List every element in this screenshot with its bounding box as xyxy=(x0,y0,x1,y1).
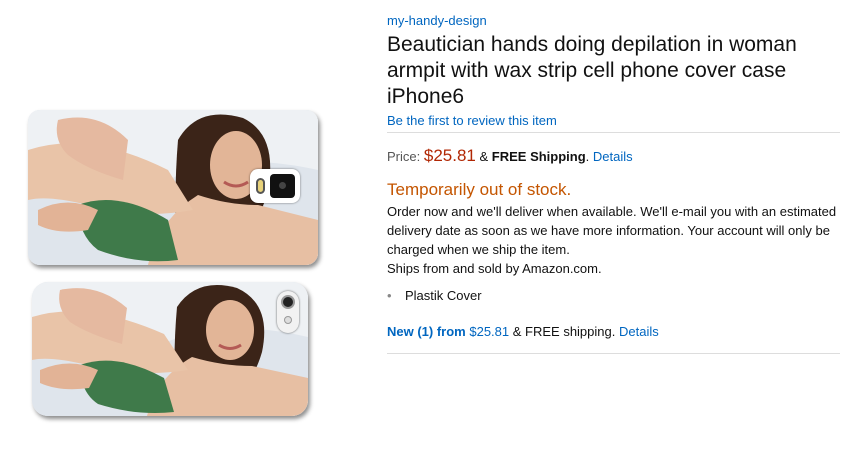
stock-status: Temporarily out of stock. xyxy=(387,180,572,199)
shipping-details-link[interactable]: Details xyxy=(593,149,633,164)
product-image-alt[interactable] xyxy=(32,282,308,416)
feature-list: • Plastik Cover xyxy=(387,287,840,305)
camera-cutout xyxy=(277,291,299,333)
product-title: Beautician hands doing depilation in wom… xyxy=(387,33,797,108)
camera-lens-icon xyxy=(281,295,295,309)
new-offers-label: New (1) from xyxy=(387,324,466,339)
ships-from: Ships from and sold by Amazon.com. xyxy=(387,261,602,276)
product-images xyxy=(0,0,360,450)
price-value: $25.81 xyxy=(423,146,476,165)
price-row: Price: $25.81 & FREE Shipping. Details xyxy=(387,146,840,167)
bullet-icon: • xyxy=(387,288,392,303)
offers-shipping: & FREE shipping. xyxy=(512,324,616,339)
camera-lens-icon xyxy=(270,174,295,198)
divider xyxy=(387,353,840,354)
shipping-prefix: & xyxy=(479,149,489,164)
divider xyxy=(387,132,840,133)
review-link[interactable]: Be the first to review this item xyxy=(387,113,840,129)
offers-details-link[interactable]: Details xyxy=(619,324,659,339)
feature-item: • Plastik Cover xyxy=(387,287,840,305)
case-artwork-2 xyxy=(32,282,308,416)
free-shipping-label: FREE Shipping xyxy=(491,149,586,164)
camera-cutout xyxy=(250,169,300,203)
offers-row: New (1) from $25.81 & FREE shipping. Det… xyxy=(387,323,840,341)
flash-icon xyxy=(256,178,265,194)
product-details: my-handy-design Beautician hands doing d… xyxy=(387,12,840,354)
offers-price: $25.81 xyxy=(469,324,510,339)
flash-icon xyxy=(284,316,292,324)
delivery-message: Order now and we'll deliver when availab… xyxy=(387,204,837,257)
feature-text: Plastik Cover xyxy=(405,288,482,303)
product-image-main[interactable] xyxy=(28,110,318,265)
new-offers-link[interactable]: New (1) from xyxy=(387,324,466,339)
price-label: Price: xyxy=(387,149,421,164)
brand-link[interactable]: my-handy-design xyxy=(387,12,840,30)
shipping-suffix: . xyxy=(585,149,590,164)
